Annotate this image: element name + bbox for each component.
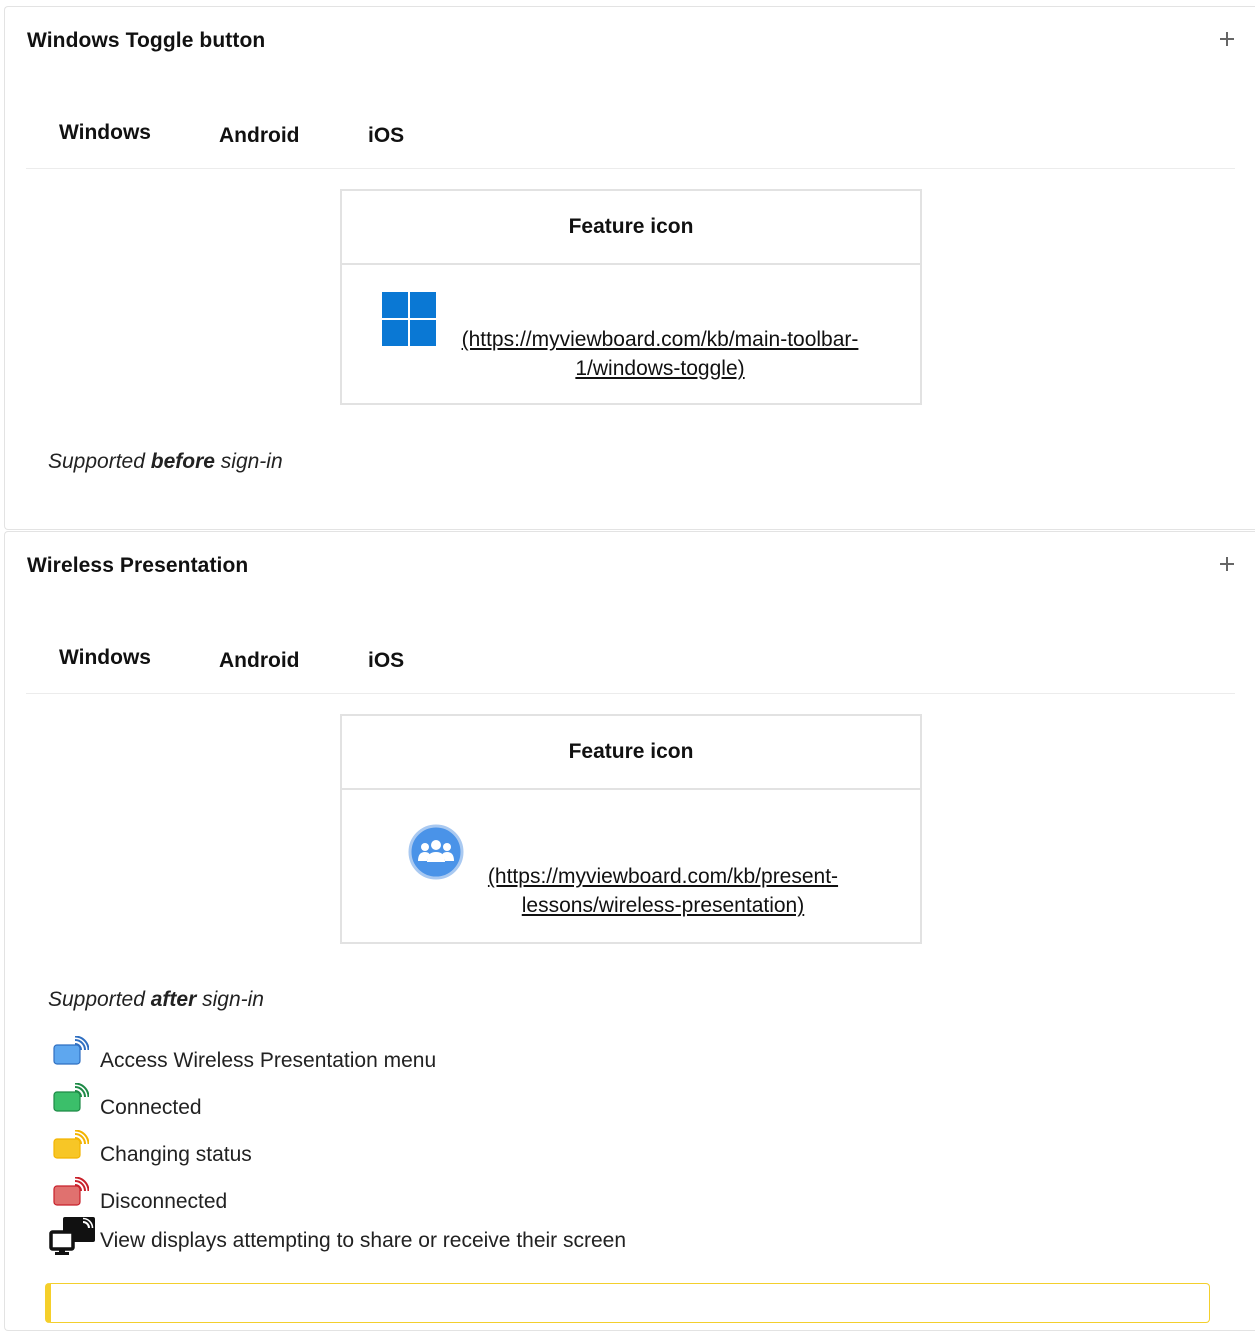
- table-header: Feature icon: [342, 716, 920, 790]
- tab-ios[interactable]: iOS: [368, 124, 404, 148]
- status-item-access: Access Wireless Presentation menu: [49, 1036, 749, 1078]
- status-item-view-displays: View displays attempting to share or rec…: [49, 1217, 749, 1259]
- tab-ios[interactable]: iOS: [368, 649, 404, 673]
- status-label: Changing status: [100, 1143, 252, 1166]
- note-suffix: sign-in: [214, 450, 283, 473]
- feature-icon-table: Feature icon (https://myviewboard.com/kb…: [340, 189, 922, 405]
- expand-plus-icon[interactable]: [1217, 29, 1237, 49]
- support-note: Supported after sign-in: [48, 988, 264, 1012]
- accordion-panel-windows-toggle: Windows Toggle button Windows Android iO…: [4, 6, 1255, 530]
- table-cell: (https://myviewboard.com/kb/present-less…: [342, 790, 920, 944]
- status-label: Access Wireless Presentation menu: [100, 1049, 437, 1072]
- table-header: Feature icon: [342, 191, 920, 265]
- note-prefix: Supported: [48, 450, 151, 473]
- note-prefix: Supported: [48, 988, 151, 1011]
- note-emphasis: before: [150, 450, 215, 473]
- support-note: Supported before sign-in: [48, 450, 283, 474]
- status-label: Connected: [100, 1096, 202, 1119]
- status-item-changing: Changing status: [49, 1130, 749, 1172]
- panel-title[interactable]: Wireless Presentation: [27, 554, 248, 578]
- note-suffix: sign-in: [196, 988, 264, 1011]
- tab-android[interactable]: Android: [219, 124, 299, 148]
- status-label: Disconnected: [100, 1190, 228, 1213]
- panel-title[interactable]: Windows Toggle button: [27, 29, 265, 53]
- platform-tabs: Windows Android iOS: [26, 643, 1235, 694]
- platform-tabs: Windows Android iOS: [26, 118, 1235, 169]
- status-item-disconnected: Disconnected: [49, 1177, 749, 1219]
- feature-icon-table: Feature icon (https://myviewboard.com/kb…: [340, 714, 922, 944]
- status-label: View displays attempting to share or rec…: [100, 1229, 627, 1252]
- tab-windows[interactable]: Windows: [59, 646, 151, 670]
- people-group-icon: [408, 824, 464, 880]
- table-cell: (https://myviewboard.com/kb/main-toolbar…: [342, 265, 920, 405]
- display-share-icon: [49, 1217, 95, 1255]
- feature-link[interactable]: (https://myviewboard.com/kb/present-less…: [464, 862, 862, 920]
- note-emphasis: after: [150, 988, 197, 1011]
- windows-logo-icon: [382, 292, 436, 346]
- accordion-panel-wireless-presentation: Wireless Presentation Windows Android iO…: [4, 531, 1255, 1331]
- cast-blue-icon: [53, 1036, 89, 1065]
- cast-yellow-icon: [53, 1130, 89, 1159]
- status-item-connected: Connected: [49, 1083, 749, 1125]
- cast-red-icon: [53, 1177, 89, 1206]
- expand-plus-icon[interactable]: [1217, 554, 1237, 574]
- feature-link[interactable]: (https://myviewboard.com/kb/main-toolbar…: [434, 325, 886, 383]
- tab-android[interactable]: Android: [219, 649, 299, 673]
- cast-green-icon: [53, 1083, 89, 1112]
- tab-windows[interactable]: Windows: [59, 121, 151, 145]
- warning-callout: [45, 1283, 1210, 1323]
